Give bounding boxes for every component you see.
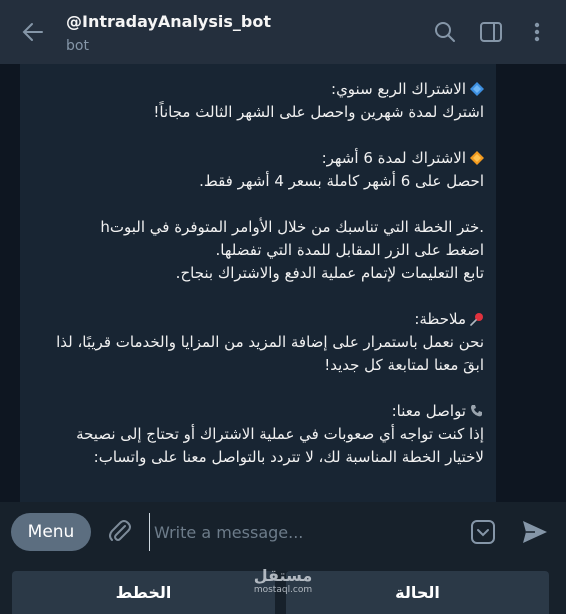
chat-info[interactable]: @IntradayAnalysis_bot bot — [66, 10, 432, 54]
message-line: تابع التعليمات لإتمام عملية الدفع والاشت… — [175, 264, 484, 282]
sidebar-toggle-icon — [480, 22, 502, 42]
blue-diamond-icon — [470, 82, 484, 96]
back-button[interactable] — [0, 0, 66, 64]
chat-header: @IntradayAnalysis_bot bot — [0, 0, 566, 64]
header-actions — [432, 19, 566, 45]
message-text: الاشتراك لمدة 6 أشهر: — [321, 149, 466, 167]
search-icon — [435, 22, 455, 42]
bot-message-bubble: الاشتراك الربع سنوي: اشترك لمدة شهرين وا… — [20, 64, 496, 502]
watermark: مستقل mostaql.com — [246, 566, 320, 596]
message-list[interactable]: الاشتراك الربع سنوي: اشترك لمدة شهرين وا… — [0, 64, 566, 502]
chat-subtitle: bot — [66, 38, 89, 54]
message-line: الاشتراك الربع سنوي: — [34, 78, 484, 101]
status-keyboard-button[interactable]: الحالة — [286, 571, 549, 614]
chat-title: @IntradayAnalysis_bot — [66, 12, 271, 31]
pushpin-icon — [470, 313, 483, 326]
search-button[interactable] — [432, 19, 458, 45]
orange-diamond-icon — [470, 151, 484, 165]
attach-button[interactable] — [103, 515, 137, 549]
message-line: نحن نعمل باستمرار على إضافة المزيد من ال… — [56, 333, 484, 351]
message-line: ابقَ معنا لمتابعة كل جديد! — [324, 356, 484, 374]
message-line: تواصل معنا: — [34, 400, 484, 423]
more-vertical-icon — [534, 22, 540, 42]
more-button[interactable] — [524, 19, 550, 45]
plans-keyboard-button[interactable]: الخطط — [12, 571, 275, 614]
message-line: .ختر الخطة التي تناسبك من خلال الأوامر ا… — [100, 218, 484, 236]
sidebar-toggle-button[interactable] — [478, 19, 504, 45]
message-composer: Menu — [0, 502, 566, 562]
message-text: ملاحظة: — [414, 310, 466, 328]
message-line: احصل على 6 أشهر كاملة بسعر 4 أشهر فقط. — [199, 172, 484, 190]
send-icon — [523, 521, 547, 543]
send-button[interactable] — [518, 515, 552, 549]
sticker-icon — [471, 520, 495, 544]
sticker-emoji-button[interactable] — [468, 517, 498, 547]
watermark-text: مستقل — [253, 566, 313, 585]
message-line: اضغط على الزر المقابل للمدة التي تفضلها. — [215, 241, 484, 259]
watermark-domain: mostaql.com — [253, 585, 313, 595]
message-line: اشترك لمدة شهرين واحصل على الشهر الثالث … — [153, 103, 484, 121]
message-line: الاشتراك لمدة 6 أشهر: — [34, 147, 484, 170]
message-input[interactable] — [149, 513, 460, 551]
paperclip-icon — [109, 520, 131, 541]
message-text: تواصل معنا: — [391, 402, 466, 420]
message-line: ملاحظة: — [34, 308, 484, 331]
telephone-icon — [471, 405, 482, 417]
bot-menu-button[interactable]: Menu — [11, 513, 91, 551]
message-text: الاشتراك الربع سنوي: — [331, 80, 466, 98]
message-line: لاختيار الخطة المناسبة لك، لا تتردد بالت… — [93, 448, 484, 466]
message-line: إذا كنت تواجه أي صعوبات في عملية الاشترا… — [76, 425, 484, 443]
back-arrow-icon — [22, 23, 43, 41]
